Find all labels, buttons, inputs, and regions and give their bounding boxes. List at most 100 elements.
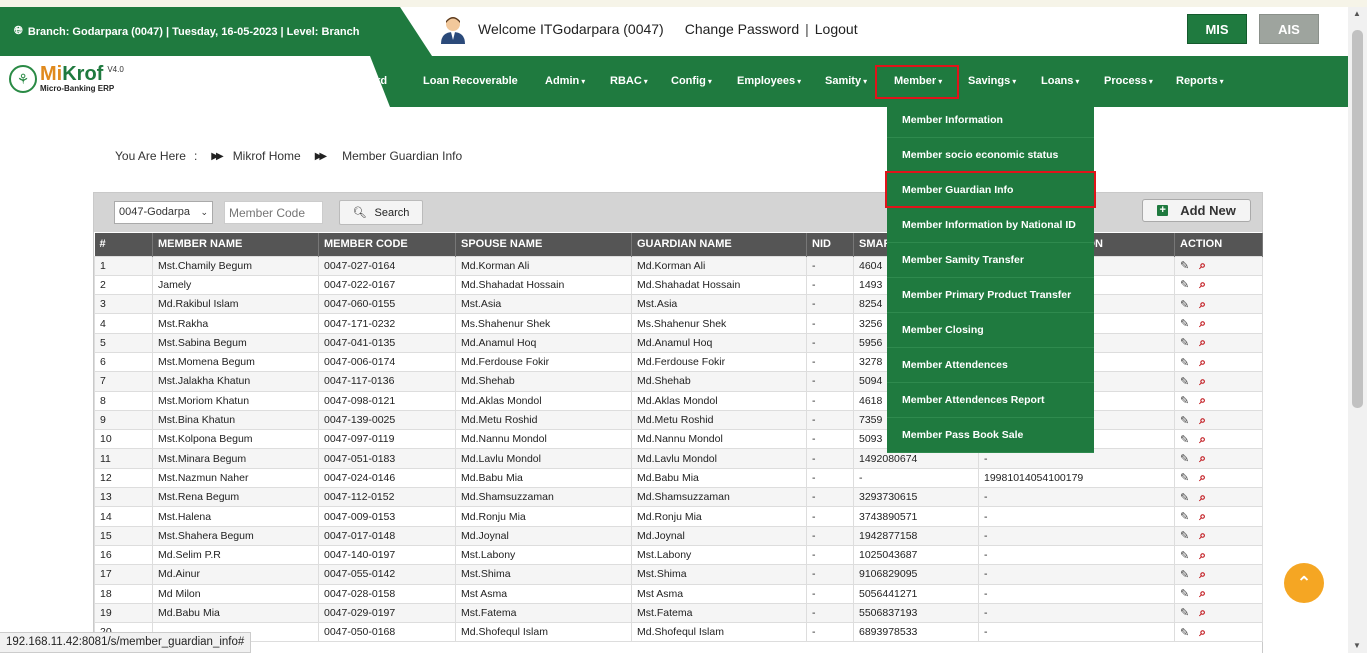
nav-reports[interactable]: Reports ▾ xyxy=(1176,56,1224,107)
table-cell: Md.Joynal xyxy=(455,525,632,546)
nav-rbac[interactable]: RBAC ▾ xyxy=(610,56,648,107)
chevron-down-icon: ⌄ xyxy=(200,207,208,217)
edit-icon[interactable]: ✎ xyxy=(1180,453,1189,465)
table-cell: - xyxy=(806,506,854,527)
nav-config[interactable]: Config ▾ xyxy=(671,56,712,107)
ais-button[interactable]: AIS xyxy=(1259,14,1319,44)
table-cell: 10 xyxy=(94,429,153,450)
table-cell: - xyxy=(806,564,854,585)
member-code-input[interactable] xyxy=(224,201,323,224)
scroll-down-icon[interactable]: ▼ xyxy=(1353,641,1361,650)
scrollbar-thumb[interactable] xyxy=(1352,30,1363,408)
table-cell: 5 xyxy=(94,332,153,353)
chevron-down-icon: ▾ xyxy=(1012,77,1017,86)
table-cell: Ms.Shahenur Shek xyxy=(455,313,632,334)
table-cell: 0047-009-0153 xyxy=(318,506,456,527)
view-icon[interactable]: ⌕ xyxy=(1199,625,1206,639)
table-cell: 0047-024-0146 xyxy=(318,467,456,489)
view-icon[interactable]: ⌕ xyxy=(1199,335,1206,349)
nav-loan-recoverable[interactable]: Loan Recoverable xyxy=(423,56,518,107)
view-icon[interactable]: ⌕ xyxy=(1199,355,1206,369)
edit-icon[interactable]: ✎ xyxy=(1180,434,1189,446)
top-strip xyxy=(0,0,1367,7)
menu-item-member-info-by-nid[interactable]: Member Information by National ID xyxy=(887,208,1094,243)
view-icon[interactable]: ⌕ xyxy=(1199,470,1206,484)
nav-samity[interactable]: Samity ▾ xyxy=(825,56,867,107)
edit-icon[interactable]: ✎ xyxy=(1180,337,1189,349)
menu-item-member-primary-product-transfer[interactable]: Member Primary Product Transfer xyxy=(887,278,1094,313)
view-icon[interactable]: ⌕ xyxy=(1199,374,1206,388)
back-to-top-button[interactable]: ⌃ xyxy=(1284,563,1324,603)
view-icon[interactable]: ⌕ xyxy=(1199,277,1206,291)
edit-icon[interactable]: ✎ xyxy=(1180,550,1189,562)
table-cell: 19981014054100179 xyxy=(978,467,1175,489)
table-cell: Mst Asma xyxy=(631,583,807,604)
edit-icon[interactable]: ✎ xyxy=(1180,627,1189,639)
menu-item-member-information[interactable]: Member Information xyxy=(887,103,1094,138)
edit-icon[interactable]: ✎ xyxy=(1180,357,1189,369)
mikrof-logo[interactable]: ⚘ MiKrof V4.0 Micro-Banking ERP xyxy=(9,63,124,93)
search-button[interactable]: 🔍︎ Search xyxy=(339,200,423,225)
edit-icon[interactable]: ✎ xyxy=(1180,299,1189,311)
edit-icon[interactable]: ✎ xyxy=(1180,260,1189,272)
nav-samity-label: Samity xyxy=(825,75,862,87)
branch-select[interactable]: 0047-Godarpa ⌄ xyxy=(114,201,213,224)
edit-icon[interactable]: ✎ xyxy=(1180,492,1189,504)
mis-button[interactable]: MIS xyxy=(1187,14,1247,44)
view-icon[interactable]: ⌕ xyxy=(1199,258,1206,272)
change-password-link[interactable]: Change Password xyxy=(685,21,799,37)
view-icon[interactable]: ⌕ xyxy=(1199,490,1206,504)
nav-loans[interactable]: Loans ▾ xyxy=(1041,56,1079,107)
menu-item-member-attendences-report[interactable]: Member Attendences Report xyxy=(887,383,1094,418)
edit-icon[interactable]: ✎ xyxy=(1180,415,1189,427)
edit-icon[interactable]: ✎ xyxy=(1180,569,1189,581)
edit-icon[interactable]: ✎ xyxy=(1180,530,1189,542)
table-cell: Md.Shofequl Islam xyxy=(631,622,807,643)
edit-icon[interactable]: ✎ xyxy=(1180,395,1189,407)
edit-icon[interactable]: ✎ xyxy=(1180,279,1189,291)
table-cell: 5506837193 xyxy=(853,602,979,624)
view-icon[interactable]: ⌕ xyxy=(1199,393,1206,407)
view-icon[interactable]: ⌕ xyxy=(1199,528,1206,542)
view-icon[interactable]: ⌕ xyxy=(1199,432,1206,446)
menu-item-member-attendences[interactable]: Member Attendences xyxy=(887,348,1094,383)
table-cell: - xyxy=(806,583,854,604)
menu-item-member-closing[interactable]: Member Closing xyxy=(887,313,1094,348)
action-cell: ✎ ⌕ xyxy=(1174,313,1263,334)
view-icon[interactable]: ⌕ xyxy=(1199,509,1206,523)
view-icon[interactable]: ⌕ xyxy=(1199,413,1206,427)
table-cell: Mst.Rena Begum xyxy=(152,487,319,508)
member-dropdown-menu: Member Information Member socio economic… xyxy=(887,103,1094,453)
edit-icon[interactable]: ✎ xyxy=(1180,588,1189,600)
edit-icon[interactable]: ✎ xyxy=(1180,511,1189,523)
table-row: 18 Md Milon 0047-028-0158 Mst Asma Mst Asma -… xyxy=(94,583,1263,604)
nav-dashboard[interactable]: ard xyxy=(370,56,387,107)
nav-rbac-label: RBAC xyxy=(610,75,642,87)
chevron-up-icon: ⌃ xyxy=(1296,572,1312,593)
view-icon[interactable]: ⌕ xyxy=(1199,548,1206,562)
nav-admin[interactable]: Admin ▾ xyxy=(545,56,585,107)
menu-item-member-pass-book-sale[interactable]: Member Pass Book Sale xyxy=(887,418,1094,453)
menu-item-member-socio-economic-status[interactable]: Member socio economic status xyxy=(887,138,1094,173)
breadcrumb-home-link[interactable]: Mikrof Home xyxy=(233,149,301,163)
view-icon[interactable]: ⌕ xyxy=(1199,586,1206,600)
view-icon[interactable]: ⌕ xyxy=(1199,567,1206,581)
edit-icon[interactable]: ✎ xyxy=(1180,472,1189,484)
menu-item-member-samity-transfer[interactable]: Member Samity Transfer xyxy=(887,243,1094,278)
view-icon[interactable]: ⌕ xyxy=(1199,297,1206,311)
table-cell: Md.Ainur xyxy=(152,564,319,585)
add-new-button[interactable]: + Add New xyxy=(1142,199,1251,222)
table-row: 17 Md.Ainur 0047-055-0142 Mst.Shima Mst.Shim… xyxy=(94,564,1263,585)
scroll-up-icon[interactable]: ▲ xyxy=(1353,9,1361,18)
nav-employees[interactable]: Employees ▾ xyxy=(737,56,801,107)
nav-savings[interactable]: Savings ▾ xyxy=(968,56,1016,107)
edit-icon[interactable]: ✎ xyxy=(1180,318,1189,330)
edit-icon[interactable]: ✎ xyxy=(1180,607,1189,619)
table-cell: Mst.Fatema xyxy=(631,602,807,624)
logout-link[interactable]: Logout xyxy=(815,21,858,37)
nav-process[interactable]: Process ▾ xyxy=(1104,56,1153,107)
view-icon[interactable]: ⌕ xyxy=(1199,316,1206,330)
view-icon[interactable]: ⌕ xyxy=(1199,605,1206,619)
view-icon[interactable]: ⌕ xyxy=(1199,451,1206,465)
edit-icon[interactable]: ✎ xyxy=(1180,376,1189,388)
